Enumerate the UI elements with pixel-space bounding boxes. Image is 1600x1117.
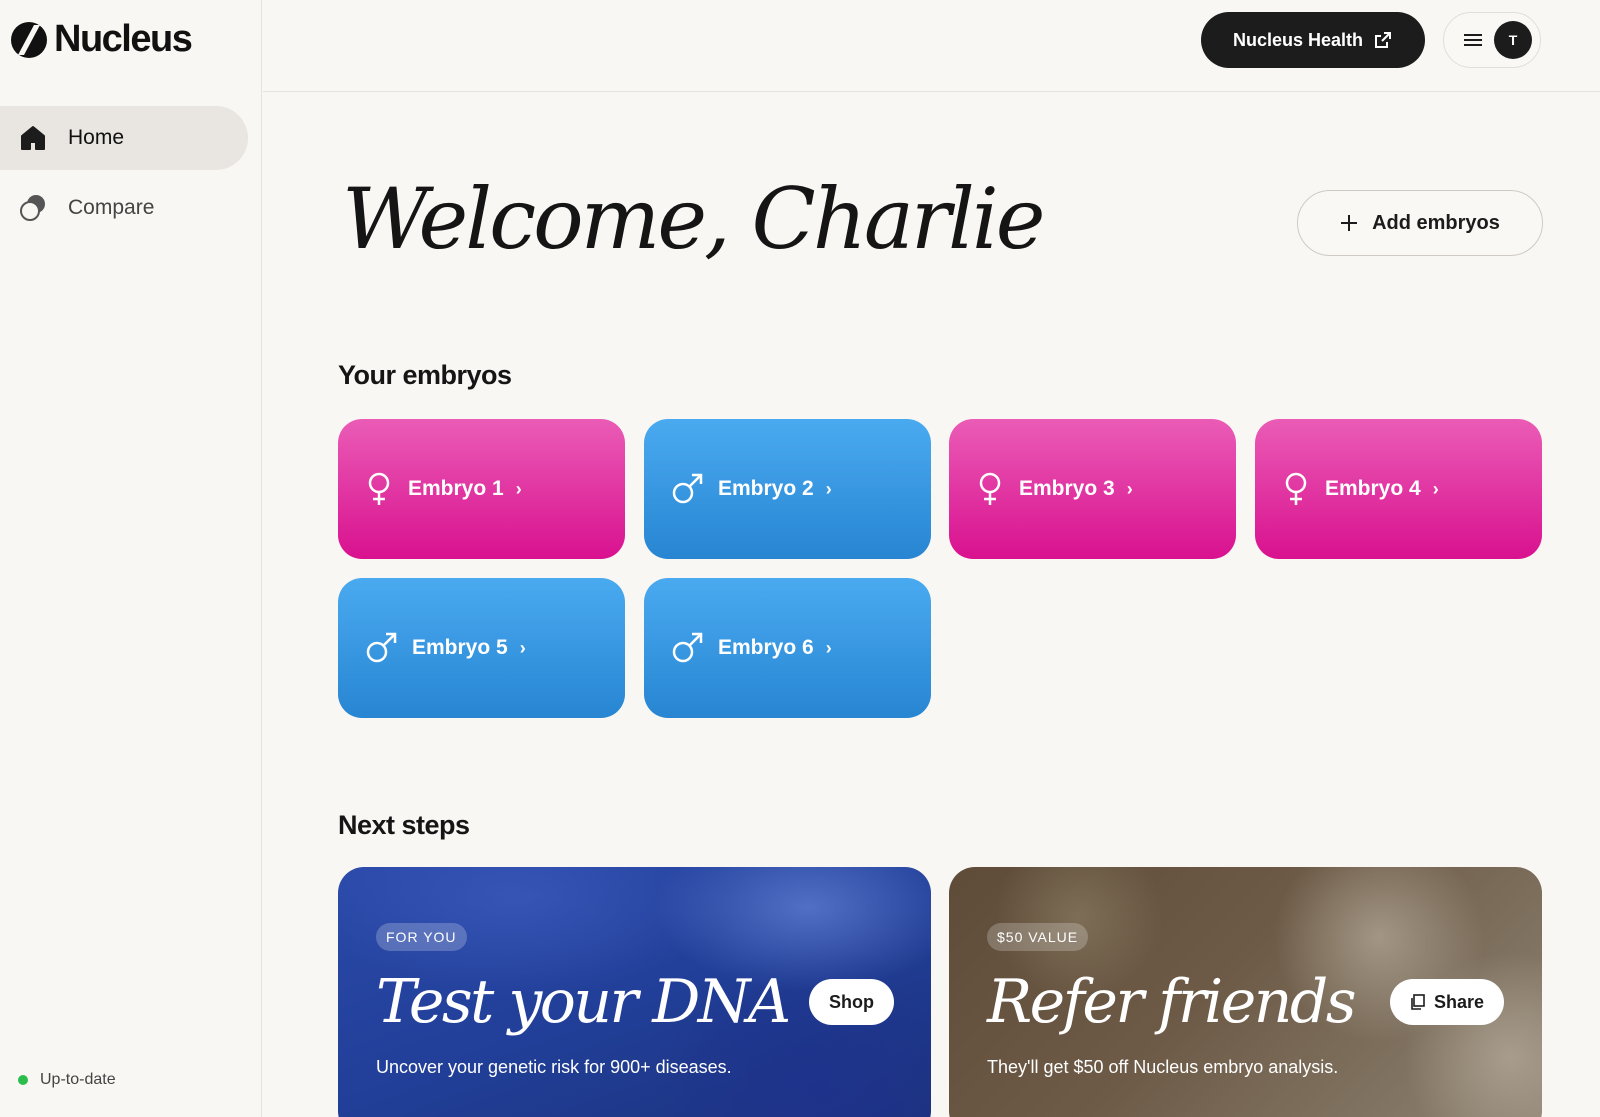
status-label: Up-to-date: [40, 1071, 116, 1088]
embryo-label: Embryo 6: [718, 636, 814, 659]
plus-icon: [1341, 215, 1358, 231]
status-dot-icon: [18, 1075, 28, 1085]
male-symbol-icon: [366, 632, 397, 663]
embryo-label: Embryo 5: [412, 636, 508, 659]
shop-button[interactable]: Shop: [809, 979, 894, 1025]
refer-friends-card[interactable]: $50 VALUE Refer friends They'll get $50 …: [949, 867, 1542, 1117]
brand-name: Nucleus: [54, 18, 193, 60]
chevron-right-icon: ›: [825, 637, 832, 658]
copy-icon: [1411, 994, 1425, 1010]
hamburger-menu-icon: [1464, 34, 1482, 46]
nucleus-logo-icon: [11, 21, 47, 58]
embryo-card[interactable]: Embryo 2 ›: [644, 419, 931, 559]
embryo-card[interactable]: Embryo 5 ›: [338, 578, 625, 718]
chevron-right-icon: ›: [519, 637, 526, 658]
female-symbol-icon: [1285, 472, 1307, 505]
promo-title: Refer friends: [987, 967, 1357, 1037]
page-title: Welcome, Charlie: [342, 170, 1045, 268]
embryo-label: Embryo 4: [1325, 477, 1421, 500]
embryo-label: Embryo 2: [718, 477, 814, 500]
promo-subtitle: Uncover your genetic risk for 900+ disea…: [376, 1057, 732, 1077]
chevron-right-icon: ›: [1126, 478, 1133, 499]
embryo-card[interactable]: Embryo 6 ›: [644, 578, 931, 718]
nucleus-health-label: Nucleus Health: [1232, 29, 1364, 50]
shop-label: Shop: [829, 991, 874, 1012]
logo[interactable]: Nucleus: [10, 18, 193, 61]
test-dna-card[interactable]: FOR YOU Test your DNA Uncover your genet…: [338, 867, 931, 1117]
account-menu[interactable]: T: [1443, 12, 1541, 68]
sidebar-item-label: Home: [68, 126, 125, 149]
promo-badge: $50 VALUE: [987, 923, 1089, 951]
add-embryos-button[interactable]: Add embryos: [1297, 190, 1543, 256]
female-symbol-icon: [979, 472, 1001, 505]
share-label: Share: [1434, 991, 1485, 1012]
male-symbol-icon: [672, 632, 703, 663]
embryo-card[interactable]: Embryo 4 ›: [1255, 419, 1542, 559]
sidebar-item-compare[interactable]: Compare: [0, 176, 248, 240]
female-symbol-icon: [368, 472, 390, 505]
chevron-right-icon: ›: [825, 478, 832, 499]
sync-status: Up-to-date: [18, 1071, 116, 1089]
compare-icon: [18, 193, 48, 223]
home-icon: [18, 123, 48, 153]
embryos-section-title: Your embryos: [338, 360, 512, 390]
embryo-label: Embryo 3: [1019, 477, 1115, 500]
sidebar: Nucleus Home Compare Up-to-date: [0, 0, 262, 1117]
topbar: Nucleus Health T: [263, 0, 1600, 92]
add-embryos-label: Add embryos: [1372, 211, 1500, 234]
sidebar-item-label: Compare: [68, 196, 155, 219]
share-button[interactable]: Share: [1390, 979, 1505, 1025]
external-link-icon: [1375, 32, 1392, 48]
male-symbol-icon: [672, 473, 703, 504]
chevron-right-icon: ›: [1432, 478, 1439, 499]
embryo-card[interactable]: Embryo 3 ›: [949, 419, 1236, 559]
promo-badge: FOR YOU: [376, 923, 467, 951]
promo-title: Test your DNA: [376, 967, 791, 1037]
avatar: T: [1494, 21, 1532, 59]
sidebar-item-home[interactable]: Home: [0, 106, 248, 170]
embryo-card[interactable]: Embryo 1 ›: [338, 419, 625, 559]
chevron-right-icon: ›: [515, 478, 522, 499]
promo-subtitle: They'll get $50 off Nucleus embryo analy…: [987, 1057, 1339, 1077]
next-steps-title: Next steps: [338, 810, 470, 840]
embryo-label: Embryo 1: [408, 477, 504, 500]
nucleus-health-button[interactable]: Nucleus Health: [1201, 12, 1425, 68]
